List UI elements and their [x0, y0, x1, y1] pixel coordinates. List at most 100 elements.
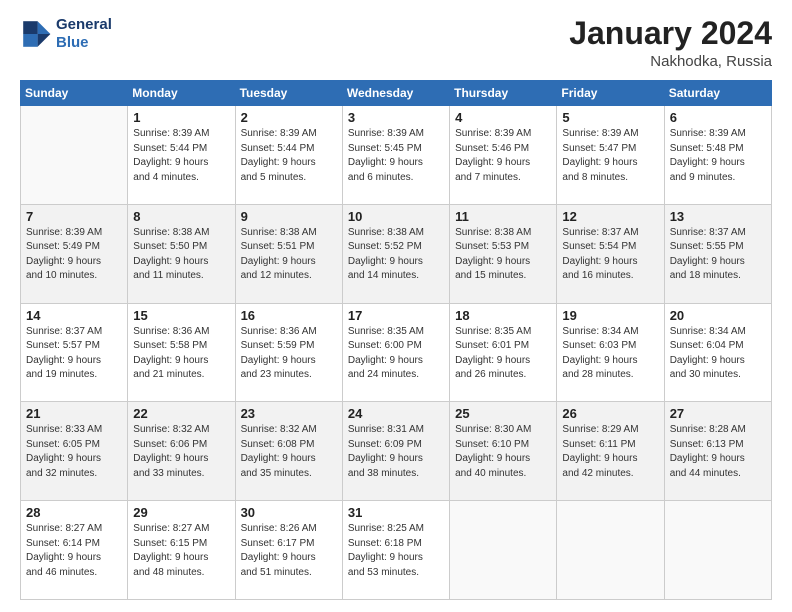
- table-row: 7 Sunrise: 8:39 AM Sunset: 5:49 PM Daylig…: [21, 204, 128, 303]
- table-row: 12 Sunrise: 8:37 AM Sunset: 5:54 PM Dayli…: [557, 204, 664, 303]
- page: General Blue January 2024 Nakhodka, Russ…: [0, 0, 792, 612]
- main-title: January 2024: [569, 16, 772, 51]
- day-info: Sunrise: 8:32 AM Sunset: 6:08 PM Dayligh…: [241, 423, 337, 481]
- day-number: 1: [133, 110, 229, 125]
- table-row: 1 Sunrise: 8:39 AM Sunset: 5:44 PM Daylig…: [128, 106, 235, 205]
- table-row: 2 Sunrise: 8:39 AM Sunset: 5:44 PM Daylig…: [235, 106, 342, 205]
- day-info: Sunrise: 8:39 AM Sunset: 5:44 PM Dayligh…: [133, 127, 229, 185]
- day-info: Sunrise: 8:38 AM Sunset: 5:51 PM Dayligh…: [241, 226, 337, 284]
- col-monday: Monday: [128, 81, 235, 106]
- col-tuesday: Tuesday: [235, 81, 342, 106]
- col-friday: Friday: [557, 81, 664, 106]
- day-info: Sunrise: 8:31 AM Sunset: 6:09 PM Dayligh…: [348, 423, 444, 481]
- day-info: Sunrise: 8:37 AM Sunset: 5:54 PM Dayligh…: [562, 226, 658, 284]
- table-row: 30 Sunrise: 8:26 AM Sunset: 6:17 PM Dayli…: [235, 501, 342, 600]
- day-info: Sunrise: 8:25 AM Sunset: 6:18 PM Dayligh…: [348, 522, 444, 580]
- day-info: Sunrise: 8:36 AM Sunset: 5:58 PM Dayligh…: [133, 325, 229, 383]
- day-number: 11: [455, 209, 551, 224]
- day-info: Sunrise: 8:32 AM Sunset: 6:06 PM Dayligh…: [133, 423, 229, 481]
- day-info: Sunrise: 8:38 AM Sunset: 5:50 PM Dayligh…: [133, 226, 229, 284]
- table-row: 5 Sunrise: 8:39 AM Sunset: 5:47 PM Daylig…: [557, 106, 664, 205]
- table-row: 21 Sunrise: 8:33 AM Sunset: 6:05 PM Dayli…: [21, 402, 128, 501]
- calendar-week-1: 1 Sunrise: 8:39 AM Sunset: 5:44 PM Daylig…: [21, 106, 772, 205]
- day-number: 24: [348, 406, 444, 421]
- day-info: Sunrise: 8:34 AM Sunset: 6:03 PM Dayligh…: [562, 325, 658, 383]
- calendar-week-3: 14Sunrise: 8:37 AM Sunset: 5:57 PM Dayli…: [21, 303, 772, 402]
- table-row: 23Sunrise: 8:32 AM Sunset: 6:08 PM Dayli…: [235, 402, 342, 501]
- day-number: 8: [133, 209, 229, 224]
- table-row: 14Sunrise: 8:37 AM Sunset: 5:57 PM Dayli…: [21, 303, 128, 402]
- day-number: 2: [241, 110, 337, 125]
- day-number: 17: [348, 308, 444, 323]
- day-info: Sunrise: 8:35 AM Sunset: 6:01 PM Dayligh…: [455, 325, 551, 383]
- logo: General Blue: [20, 16, 112, 52]
- day-info: Sunrise: 8:33 AM Sunset: 6:05 PM Dayligh…: [26, 423, 122, 481]
- col-thursday: Thursday: [450, 81, 557, 106]
- title-block: January 2024 Nakhodka, Russia: [569, 16, 772, 70]
- logo-icon: [20, 18, 52, 50]
- day-number: 18: [455, 308, 551, 323]
- calendar-week-2: 7 Sunrise: 8:39 AM Sunset: 5:49 PM Daylig…: [21, 204, 772, 303]
- day-number: 12: [562, 209, 658, 224]
- table-row: 6 Sunrise: 8:39 AM Sunset: 5:48 PM Daylig…: [664, 106, 771, 205]
- day-number: 30: [241, 505, 337, 520]
- table-row: 19 Sunrise: 8:34 AM Sunset: 6:03 PM Dayli…: [557, 303, 664, 402]
- day-info: Sunrise: 8:38 AM Sunset: 5:53 PM Dayligh…: [455, 226, 551, 284]
- day-info: Sunrise: 8:30 AM Sunset: 6:10 PM Dayligh…: [455, 423, 551, 481]
- table-row: 9 Sunrise: 8:38 AM Sunset: 5:51 PM Daylig…: [235, 204, 342, 303]
- logo-text: General Blue: [56, 16, 112, 52]
- day-number: 21: [26, 406, 122, 421]
- day-number: 13: [670, 209, 766, 224]
- table-row: 27 Sunrise: 8:28 AM Sunset: 6:13 PM Dayli…: [664, 402, 771, 501]
- table-row: [21, 106, 128, 205]
- day-info: Sunrise: 8:39 AM Sunset: 5:49 PM Dayligh…: [26, 226, 122, 284]
- col-saturday: Saturday: [664, 81, 771, 106]
- table-row: 31 Sunrise: 8:25 AM Sunset: 6:18 PM Dayli…: [342, 501, 449, 600]
- day-number: 5: [562, 110, 658, 125]
- day-number: 15: [133, 308, 229, 323]
- day-info: Sunrise: 8:28 AM Sunset: 6:13 PM Dayligh…: [670, 423, 766, 481]
- table-row: 28Sunrise: 8:27 AM Sunset: 6:14 PM Dayli…: [21, 501, 128, 600]
- col-sunday: Sunday: [21, 81, 128, 106]
- table-row: 18 Sunrise: 8:35 AM Sunset: 6:01 PM Dayli…: [450, 303, 557, 402]
- day-info: Sunrise: 8:34 AM Sunset: 6:04 PM Dayligh…: [670, 325, 766, 383]
- day-info: Sunrise: 8:39 AM Sunset: 5:46 PM Dayligh…: [455, 127, 551, 185]
- table-row: 16 Sunrise: 8:36 AM Sunset: 5:59 PM Dayli…: [235, 303, 342, 402]
- day-number: 7: [26, 209, 122, 224]
- day-number: 26: [562, 406, 658, 421]
- day-info: Sunrise: 8:26 AM Sunset: 6:17 PM Dayligh…: [241, 522, 337, 580]
- table-row: 11 Sunrise: 8:38 AM Sunset: 5:53 PM Dayli…: [450, 204, 557, 303]
- table-row: [557, 501, 664, 600]
- day-info: Sunrise: 8:39 AM Sunset: 5:44 PM Dayligh…: [241, 127, 337, 185]
- day-number: 22: [133, 406, 229, 421]
- table-row: 26 Sunrise: 8:29 AM Sunset: 6:11 PM Dayli…: [557, 402, 664, 501]
- day-number: 19: [562, 308, 658, 323]
- day-number: 10: [348, 209, 444, 224]
- table-row: 29Sunrise: 8:27 AM Sunset: 6:15 PM Dayli…: [128, 501, 235, 600]
- day-number: 6: [670, 110, 766, 125]
- day-number: 31: [348, 505, 444, 520]
- day-info: Sunrise: 8:27 AM Sunset: 6:14 PM Dayligh…: [26, 522, 122, 580]
- table-row: 10 Sunrise: 8:38 AM Sunset: 5:52 PM Dayli…: [342, 204, 449, 303]
- day-info: Sunrise: 8:29 AM Sunset: 6:11 PM Dayligh…: [562, 423, 658, 481]
- day-number: 27: [670, 406, 766, 421]
- day-number: 9: [241, 209, 337, 224]
- day-info: Sunrise: 8:35 AM Sunset: 6:00 PM Dayligh…: [348, 325, 444, 383]
- day-info: Sunrise: 8:37 AM Sunset: 5:57 PM Dayligh…: [26, 325, 122, 383]
- day-info: Sunrise: 8:37 AM Sunset: 5:55 PM Dayligh…: [670, 226, 766, 284]
- day-info: Sunrise: 8:38 AM Sunset: 5:52 PM Dayligh…: [348, 226, 444, 284]
- day-info: Sunrise: 8:39 AM Sunset: 5:47 PM Dayligh…: [562, 127, 658, 185]
- day-number: 16: [241, 308, 337, 323]
- day-info: Sunrise: 8:39 AM Sunset: 5:48 PM Dayligh…: [670, 127, 766, 185]
- day-info: Sunrise: 8:36 AM Sunset: 5:59 PM Dayligh…: [241, 325, 337, 383]
- day-number: 25: [455, 406, 551, 421]
- table-row: 22 Sunrise: 8:32 AM Sunset: 6:06 PM Dayli…: [128, 402, 235, 501]
- table-row: 24 Sunrise: 8:31 AM Sunset: 6:09 PM Dayli…: [342, 402, 449, 501]
- day-number: 4: [455, 110, 551, 125]
- table-row: 15 Sunrise: 8:36 AM Sunset: 5:58 PM Dayli…: [128, 303, 235, 402]
- table-row: 4 Sunrise: 8:39 AM Sunset: 5:46 PM Daylig…: [450, 106, 557, 205]
- calendar-table: Sunday Monday Tuesday Wednesday Thursday…: [20, 80, 772, 600]
- day-info: Sunrise: 8:39 AM Sunset: 5:45 PM Dayligh…: [348, 127, 444, 185]
- header: General Blue January 2024 Nakhodka, Russ…: [20, 16, 772, 70]
- table-row: 20Sunrise: 8:34 AM Sunset: 6:04 PM Dayli…: [664, 303, 771, 402]
